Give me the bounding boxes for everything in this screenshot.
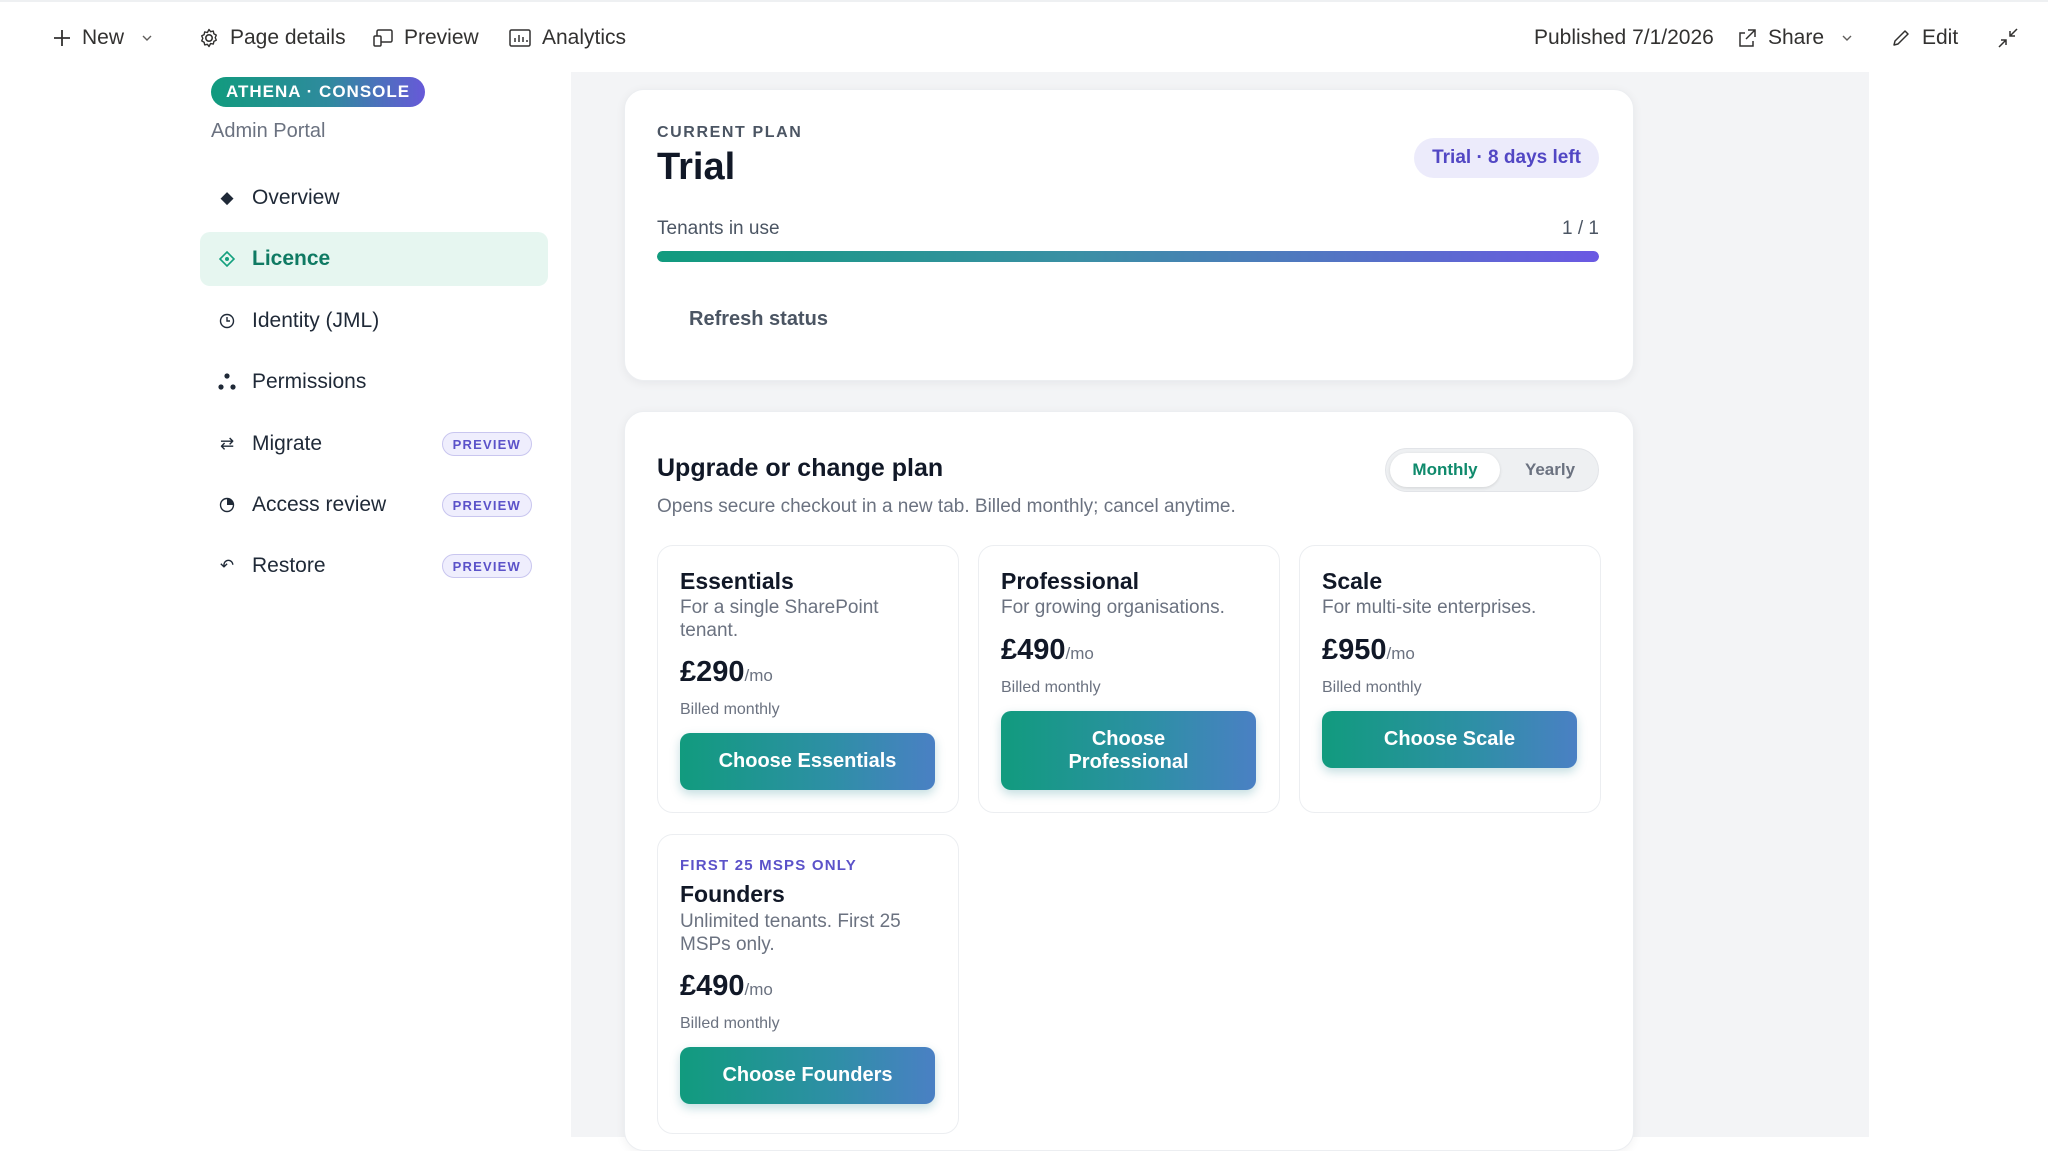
- chevron-down-icon: [1842, 35, 1852, 41]
- choose-founders-button[interactable]: Choose Founders: [680, 1047, 935, 1104]
- price-period: /mo: [744, 980, 773, 999]
- toggle-yearly[interactable]: Yearly: [1504, 453, 1596, 487]
- brand-badge: ATHENA · CONSOLE: [211, 77, 426, 107]
- preview-badge: PREVIEW: [441, 554, 532, 578]
- sidebar-item-overview[interactable]: ◆ Overview: [200, 171, 548, 225]
- edit-button[interactable]: Edit: [1890, 2, 1958, 74]
- plan-billing-note: Billed monthly: [1322, 679, 1422, 696]
- upgrade-plan-card: Upgrade or change plan Opens secure chec…: [624, 411, 1634, 1151]
- sidebar-item-label: Licence: [252, 247, 331, 270]
- clock-icon: [216, 310, 238, 332]
- plan-price: £950 /mo: [1322, 634, 1415, 667]
- share-icon: [1739, 29, 1756, 47]
- price-amount: £950: [1322, 634, 1387, 666]
- tenants-progress-fill: [657, 251, 1599, 262]
- price-period: /mo: [1386, 644, 1415, 663]
- edit-label: Edit: [1922, 26, 1959, 49]
- new-label: New: [82, 26, 125, 49]
- share-button[interactable]: Share: [1736, 2, 1854, 74]
- sidebar-item-restore[interactable]: ↶ Restore PREVIEW: [200, 539, 548, 593]
- choose-essentials-button[interactable]: Choose Essentials: [680, 733, 935, 790]
- collapse-button[interactable]: [1996, 2, 2020, 74]
- analytics-label: Analytics: [542, 26, 627, 49]
- refresh-status-button[interactable]: Refresh status: [689, 308, 828, 331]
- tenants-label: Tenants in use: [657, 218, 780, 239]
- preview-label: Preview: [404, 26, 479, 49]
- page-details-button[interactable]: Page details: [198, 2, 346, 74]
- price-amount: £290: [680, 656, 745, 688]
- sidebar-item-migrate[interactable]: ⇄ Migrate PREVIEW: [200, 417, 548, 471]
- current-plan-name: Trial: [657, 146, 736, 188]
- sidebar-item-label: Permissions: [252, 370, 367, 393]
- preview-icon: [373, 29, 393, 47]
- price-period: /mo: [744, 666, 773, 685]
- plan-card-founders: FIRST 25 MSPS ONLY Founders Unlimited te…: [657, 834, 959, 1134]
- price-amount: £490: [680, 970, 745, 1002]
- preview-badge: PREVIEW: [441, 432, 532, 456]
- sidebar-item-identity[interactable]: Identity (JML): [200, 294, 548, 348]
- gear-icon: [201, 28, 217, 48]
- plan-price: £290 /mo: [680, 656, 773, 689]
- current-plan-card: CURRENT PLAN Trial Trial · 8 days left T…: [624, 89, 1634, 381]
- published-label: Published 7/1/2026: [1534, 26, 1714, 49]
- page-details-label: Page details: [230, 26, 346, 49]
- upgrade-title: Upgrade or change plan: [657, 454, 944, 482]
- upgrade-subtitle: Opens secure checkout in a new tab. Bill…: [657, 496, 1236, 517]
- plan-card-essentials: Essentials For a single SharePoint tenan…: [657, 545, 959, 813]
- trial-status-badge: Trial · 8 days left: [1414, 138, 1599, 178]
- sidebar-item-label: Overview: [252, 186, 340, 209]
- choose-scale-button[interactable]: Choose Scale: [1322, 711, 1577, 768]
- plan-name: Professional: [1001, 568, 1140, 594]
- plan-billing-note: Billed monthly: [680, 1015, 780, 1032]
- plan-description: For multi-site enterprises.: [1322, 597, 1537, 618]
- plus-icon: [54, 30, 70, 46]
- choose-professional-button[interactable]: Choose Professional: [1001, 711, 1256, 790]
- price-amount: £490: [1001, 634, 1066, 666]
- plan-tag: FIRST 25 MSPS ONLY: [680, 857, 857, 874]
- plan-name: Scale: [1322, 568, 1383, 594]
- plan-billing-note: Billed monthly: [1001, 679, 1101, 696]
- current-plan-label: CURRENT PLAN: [657, 124, 803, 141]
- pie-icon: [216, 494, 238, 516]
- sidebar-item-licence[interactable]: Licence: [200, 232, 548, 286]
- share-label: Share: [1768, 26, 1825, 49]
- chevron-down-icon: [142, 35, 152, 41]
- sidebar-item-label: Identity (JML): [252, 309, 380, 332]
- undo-icon: ↶: [219, 556, 235, 575]
- licence-icon: [216, 248, 238, 270]
- sidebar-item-access-review[interactable]: Access review PREVIEW: [200, 478, 548, 532]
- plan-description: Unlimited tenants. First 25 MSPs only.: [680, 911, 901, 955]
- plan-price: £490 /mo: [680, 970, 773, 1003]
- plan-name: Essentials: [680, 568, 794, 594]
- sidebar-item-label: Restore: [252, 554, 326, 577]
- plan-description: For a single SharePoint tenant.: [680, 597, 879, 641]
- preview-badge: PREVIEW: [441, 493, 532, 517]
- pencil-icon: [1893, 30, 1909, 46]
- sidebar-item-label: Access review: [252, 493, 387, 516]
- analytics-button[interactable]: Analytics: [508, 2, 626, 74]
- plan-description: For growing organisations.: [1001, 597, 1225, 618]
- published-status: Published 7/1/2026: [1534, 2, 1714, 74]
- diamond-icon: ◆: [220, 188, 234, 207]
- new-button[interactable]: New: [52, 2, 154, 74]
- tenants-count: 1 / 1: [1562, 218, 1599, 239]
- price-period: /mo: [1065, 644, 1094, 663]
- tenants-progress-bar: [657, 251, 1599, 262]
- preview-button[interactable]: Preview: [372, 2, 479, 74]
- dots-icon: [216, 371, 238, 393]
- plan-card-scale: Scale For multi-site enterprises. £950 /…: [1299, 545, 1601, 813]
- command-bar: New Page details Preview Analytics Publi…: [0, 0, 2048, 72]
- sidebar-item-permissions[interactable]: Permissions: [200, 355, 548, 409]
- billing-period-toggle: Monthly Yearly: [1385, 448, 1599, 492]
- swap-icon: ⇄: [219, 434, 235, 453]
- sidebar-item-label: Migrate: [252, 432, 323, 455]
- brand-subtitle: Admin Portal: [211, 120, 326, 142]
- plan-billing-note: Billed monthly: [680, 701, 780, 718]
- plan-name: Founders: [680, 881, 785, 907]
- plan-price: £490 /mo: [1001, 634, 1094, 667]
- collapse-icon: [1998, 28, 2018, 48]
- plan-card-professional: Professional For growing organisations. …: [978, 545, 1280, 813]
- analytics-icon: [509, 29, 531, 47]
- toggle-monthly[interactable]: Monthly: [1390, 453, 1500, 487]
